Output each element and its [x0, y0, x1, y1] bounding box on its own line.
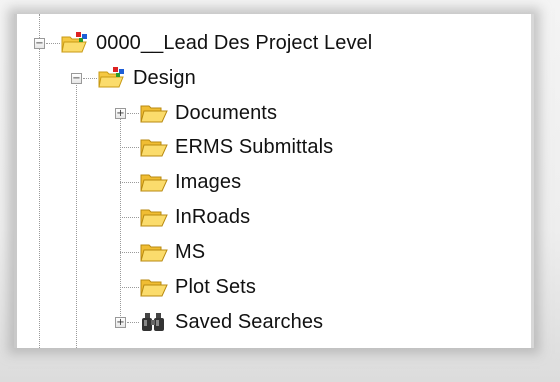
- project-folder-icon: [97, 66, 127, 90]
- tree-item-erms-submittals[interactable]: ERMS Submittals: [139, 130, 333, 164]
- tree-connector: [120, 252, 139, 253]
- tree-connector: [120, 217, 139, 218]
- tree-connector-design: [83, 78, 97, 79]
- tree-item-label: Images: [175, 170, 242, 193]
- tree-connector: [127, 322, 139, 323]
- folder-icon: [139, 101, 169, 125]
- tree-connector: [120, 147, 139, 148]
- tree-item-images[interactable]: Images: [139, 165, 241, 199]
- collapse-toggle-root[interactable]: −: [34, 38, 45, 49]
- folder-icon: [139, 170, 169, 194]
- collapse-toggle-design[interactable]: −: [71, 73, 82, 84]
- folder-icon: [139, 205, 169, 229]
- tree-guide-children: [120, 112, 121, 328]
- tree-item-plot-sets[interactable]: Plot Sets: [139, 270, 256, 304]
- tree-item-inroads[interactable]: InRoads: [139, 200, 250, 234]
- folder-icon: [139, 275, 169, 299]
- expand-toggle-saved-searches[interactable]: +: [115, 317, 126, 328]
- folder-icon: [139, 135, 169, 159]
- project-tree-panel: − 0000__Lead Des Project Level − Design …: [14, 14, 534, 348]
- tree-item-label: ERMS Submittals: [175, 135, 334, 158]
- tree-item-label: 0000__Lead Des Project Level: [96, 31, 373, 54]
- tree-item-label: Documents: [175, 101, 278, 124]
- panel-left-border: [14, 14, 17, 348]
- folder-icon: [139, 240, 169, 264]
- project-folder-icon: [60, 31, 90, 55]
- tree-item-saved-searches[interactable]: Saved Searches: [139, 305, 323, 339]
- tree-item-label: Saved Searches: [175, 310, 324, 333]
- tree-item-label: Plot Sets: [175, 275, 256, 298]
- tree-connector: [120, 287, 139, 288]
- tree-item-ms[interactable]: MS: [139, 235, 205, 269]
- tree-connector: [127, 113, 139, 114]
- tree-item-root[interactable]: 0000__Lead Des Project Level: [60, 26, 372, 60]
- expand-toggle-documents[interactable]: +: [115, 108, 126, 119]
- tree-guide-root: [39, 14, 40, 348]
- tree-item-documents[interactable]: Documents: [139, 96, 277, 130]
- binoculars-icon: [139, 310, 169, 334]
- tree-guide-design: [76, 78, 77, 348]
- tree-item-design[interactable]: Design: [97, 61, 196, 95]
- tree-connector-root: [46, 43, 60, 44]
- tree-connector: [120, 182, 139, 183]
- tree-item-label: InRoads: [175, 205, 251, 228]
- tree-item-label: Design: [133, 66, 196, 89]
- tree-item-label: MS: [175, 240, 206, 263]
- vertical-scrollbar[interactable]: [531, 14, 534, 348]
